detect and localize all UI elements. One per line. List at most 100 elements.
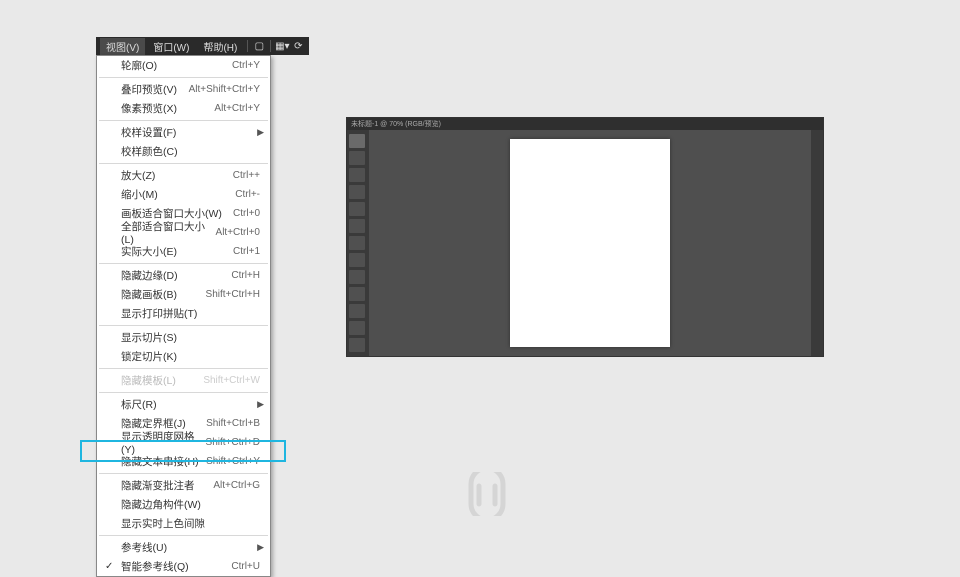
- canvas-area[interactable]: [369, 130, 811, 356]
- illustrator-window: 未标题-1 @ 70% (RGB/预览): [346, 117, 824, 357]
- menu-item[interactable]: 像素预览(X)Alt+Ctrl+Y: [97, 99, 270, 118]
- menu-item-label: 显示打印拼贴(T): [121, 306, 260, 321]
- scale-tool[interactable]: [349, 338, 365, 352]
- menu-item-shortcut: Shift+Ctrl+W: [203, 375, 260, 386]
- tools-panel: [347, 130, 369, 356]
- menu-item[interactable]: ✓ 智能参考线(Q)Ctrl+U: [97, 557, 270, 576]
- pen-tool[interactable]: [349, 202, 365, 216]
- menu-separator: [99, 535, 268, 536]
- menu-item-label: 显示切片(S): [121, 330, 260, 345]
- menu-item-shortcut: Ctrl+-: [235, 189, 260, 200]
- menu-item: 隐藏模板(L)Shift+Ctrl+W: [97, 371, 270, 390]
- menu-item[interactable]: 显示打印拼贴(T): [97, 304, 270, 323]
- menu-item[interactable]: 隐藏边缘(D)Ctrl+H: [97, 266, 270, 285]
- menu-item-label: 实际大小(E): [121, 244, 233, 259]
- menu-item[interactable]: 参考线(U)▶: [97, 538, 270, 557]
- menu-item-label: 参考线(U): [121, 540, 260, 555]
- menu-item[interactable]: 校样设置(F)▶: [97, 123, 270, 142]
- menu-item[interactable]: 隐藏文本串接(H)Shift+Ctrl+Y: [97, 452, 270, 471]
- layout-icon[interactable]: ▢: [252, 39, 266, 53]
- magic-wand-tool[interactable]: [349, 168, 365, 182]
- app-body: [347, 130, 823, 356]
- menu-view[interactable]: 视图(V): [100, 38, 145, 55]
- menu-item-label: 隐藏边缘(D): [121, 268, 231, 283]
- check-icon: ✓: [105, 561, 113, 572]
- menu-item[interactable]: 实际大小(E)Ctrl+1: [97, 242, 270, 261]
- separator: [247, 40, 248, 52]
- separator: [270, 40, 271, 52]
- menu-item-label: 标尺(R): [121, 397, 260, 412]
- menu-separator: [99, 368, 268, 369]
- type-tool[interactable]: [349, 219, 365, 233]
- menu-window[interactable]: 窗口(W): [147, 38, 195, 55]
- menu-separator: [99, 392, 268, 393]
- menu-item[interactable]: 轮廓(O)Ctrl+Y: [97, 56, 270, 75]
- menu-item-label: 校样颜色(C): [121, 144, 260, 159]
- rectangle-tool[interactable]: [349, 253, 365, 267]
- menu-item-shortcut: Shift+Ctrl+Y: [206, 456, 260, 467]
- menu-item-label: 像素预览(X): [121, 101, 214, 116]
- brush-tool[interactable]: [349, 270, 365, 284]
- menu-item[interactable]: 显示切片(S): [97, 328, 270, 347]
- menu-item-shortcut: Ctrl+U: [231, 561, 260, 572]
- panels-dock: [811, 130, 823, 356]
- menu-item-label: 隐藏模板(L): [121, 373, 203, 388]
- menu-item-shortcut: Alt+Shift+Ctrl+Y: [189, 84, 260, 95]
- arrange-icon[interactable]: ▦▾: [275, 39, 289, 53]
- menu-item[interactable]: 缩小(M)Ctrl+-: [97, 185, 270, 204]
- menu-item-shortcut: Shift+Ctrl+B: [206, 418, 260, 429]
- menu-item[interactable]: 叠印预览(V)Alt+Shift+Ctrl+Y: [97, 80, 270, 99]
- menu-separator: [99, 473, 268, 474]
- menu-item[interactable]: 标尺(R)▶: [97, 395, 270, 414]
- menu-item-shortcut: Shift+Ctrl+D: [206, 437, 260, 448]
- menu-item[interactable]: 显示实时上色间隙: [97, 514, 270, 533]
- titlebar: 未标题-1 @ 70% (RGB/预览): [347, 118, 823, 130]
- menu-item-label: 隐藏渐变批注者: [121, 478, 213, 493]
- menu-item[interactable]: 隐藏画板(B)Shift+Ctrl+H: [97, 285, 270, 304]
- menu-item-label: 锁定切片(K): [121, 349, 260, 364]
- submenu-arrow-icon: ▶: [257, 127, 264, 138]
- menu-item-shortcut: Shift+Ctrl+H: [206, 289, 260, 300]
- menu-item-label: 隐藏边角构件(W): [121, 497, 260, 512]
- artboard[interactable]: [510, 139, 670, 347]
- menu-item-shortcut: Ctrl+Y: [232, 60, 260, 71]
- menu-item-shortcut: Ctrl+0: [233, 208, 260, 219]
- menu-separator: [99, 163, 268, 164]
- menu-item[interactable]: 隐藏边角构件(W): [97, 495, 270, 514]
- menubar: 视图(V) 窗口(W) 帮助(H) ▢ ▦▾ ⟳: [96, 37, 309, 55]
- menu-item-label: 智能参考线(Q): [121, 559, 231, 574]
- menu-item[interactable]: 校样颜色(C): [97, 142, 270, 161]
- submenu-arrow-icon: ▶: [257, 542, 264, 553]
- menu-item-shortcut: Alt+Ctrl+G: [213, 480, 260, 491]
- selection-tool[interactable]: [349, 134, 365, 148]
- view-menu-dropdown: 轮廓(O)Ctrl+Y叠印预览(V)Alt+Shift+Ctrl+Y像素预览(X…: [96, 55, 271, 577]
- menu-separator: [99, 263, 268, 264]
- pencil-tool[interactable]: [349, 287, 365, 301]
- rotate-tool[interactable]: [349, 321, 365, 335]
- menu-item[interactable]: 隐藏渐变批注者Alt+Ctrl+G: [97, 476, 270, 495]
- lasso-tool[interactable]: [349, 185, 365, 199]
- menu-item-label: 放大(Z): [121, 168, 233, 183]
- menu-separator: [99, 77, 268, 78]
- sync-icon[interactable]: ⟳: [291, 39, 305, 53]
- direct-selection-tool[interactable]: [349, 151, 365, 165]
- menu-item-label: 隐藏文本串接(H): [121, 454, 206, 469]
- menu-item-shortcut: Ctrl+H: [231, 270, 260, 281]
- menu-item[interactable]: 锁定切片(K): [97, 347, 270, 366]
- menu-help[interactable]: 帮助(H): [197, 38, 243, 55]
- menu-separator: [99, 325, 268, 326]
- menu-item-shortcut: Ctrl++: [233, 170, 260, 181]
- watermark-icon: [465, 472, 509, 516]
- menu-item[interactable]: 全部适合窗口大小(L)Alt+Ctrl+0: [97, 223, 270, 242]
- eraser-tool[interactable]: [349, 304, 365, 318]
- document-title: 未标题-1 @ 70% (RGB/预览): [351, 119, 441, 129]
- menu-item[interactable]: 放大(Z)Ctrl++: [97, 166, 270, 185]
- submenu-arrow-icon: ▶: [257, 399, 264, 410]
- menu-item-label: 缩小(M): [121, 187, 235, 202]
- menu-item-label: 显示实时上色间隙: [121, 516, 260, 531]
- menu-separator: [99, 120, 268, 121]
- line-tool[interactable]: [349, 236, 365, 250]
- menu-item[interactable]: 显示透明度网格(Y)Shift+Ctrl+D: [97, 433, 270, 452]
- menu-item-label: 隐藏画板(B): [121, 287, 206, 302]
- menu-item-shortcut: Alt+Ctrl+0: [216, 227, 260, 238]
